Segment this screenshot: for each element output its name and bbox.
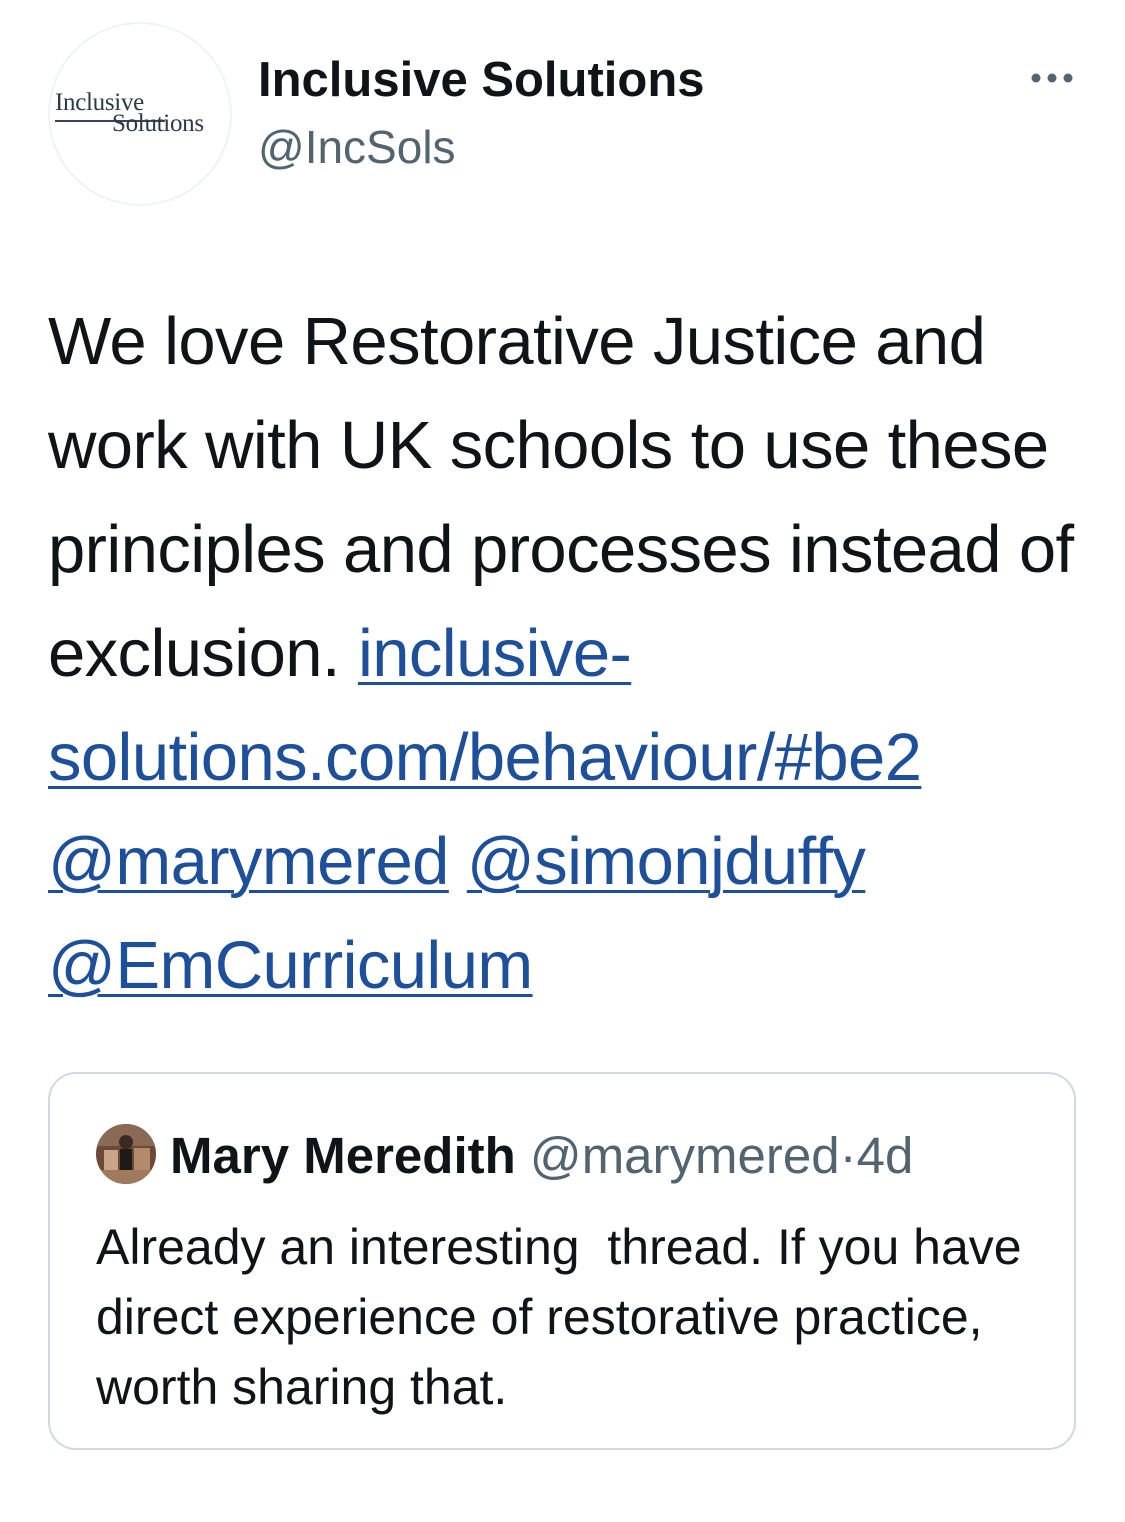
author-avatar[interactable]: Inclusive Solutions [48, 22, 232, 206]
tweet-header: Inclusive Solutions Inclusive Solutions … [0, 0, 1125, 220]
meta-separator: · [839, 1127, 857, 1184]
avatar-logo-text-2: Solutions [112, 110, 204, 137]
author-display-name[interactable]: Inclusive Solutions [258, 52, 705, 108]
author-handle[interactable]: @IncSols [258, 120, 456, 174]
avatar-photo-icon [96, 1124, 156, 1184]
quoted-author-name[interactable]: Mary Meredith [170, 1127, 516, 1184]
quoted-author-handle[interactable]: @marymered [530, 1127, 840, 1184]
quoted-tweet-time: 4d [856, 1127, 914, 1184]
mention-link[interactable]: @simonjduffy [467, 824, 866, 899]
tweet-body: We love Restorative Justice and work wit… [48, 290, 1098, 1018]
quoted-tweet-card[interactable]: Mary Meredith @marymered·4d Already an i… [48, 1072, 1076, 1450]
mention-link[interactable]: @EmCurriculum [48, 928, 533, 1003]
quoted-author-avatar[interactable] [96, 1124, 156, 1184]
more-options-button[interactable] [1022, 58, 1082, 98]
mention-link[interactable]: @marymered [48, 824, 449, 899]
quoted-tweet-header: Mary Meredith @marymered·4d [170, 1126, 913, 1186]
ellipsis-icon [1031, 73, 1073, 83]
quoted-tweet-text: Already an interesting thread. If you ha… [96, 1219, 1036, 1415]
